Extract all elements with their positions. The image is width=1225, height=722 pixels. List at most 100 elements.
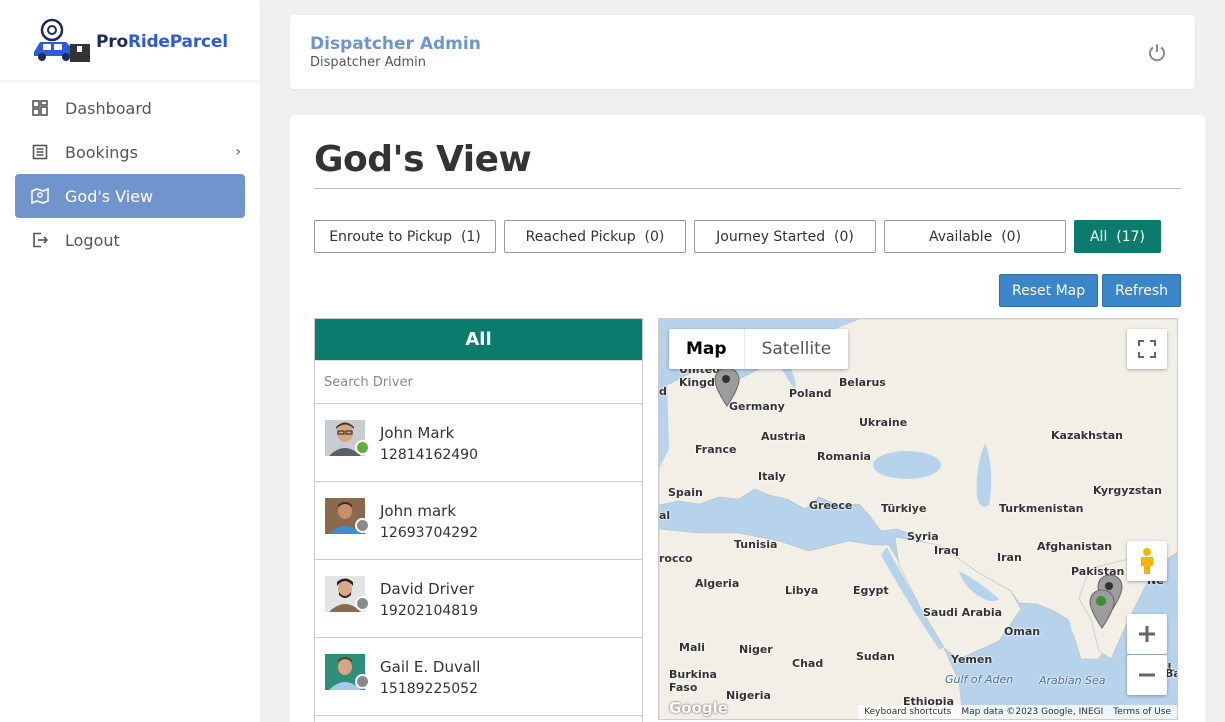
logo[interactable]: ProRideParcel	[0, 0, 260, 80]
title-divider	[314, 188, 1181, 189]
top-header: Dispatcher Admin Dispatcher Admin	[290, 15, 1195, 89]
street-view-button[interactable]	[1127, 541, 1167, 581]
map-label-mali: Mali	[679, 641, 705, 654]
plus-icon	[1139, 626, 1155, 642]
power-icon[interactable]	[1147, 43, 1167, 63]
list-item[interactable]: John mark 12693704292	[315, 482, 642, 560]
status-dot-offline	[355, 518, 370, 533]
refresh-button[interactable]: Refresh	[1102, 274, 1181, 307]
filter-label: Enroute to Pickup	[329, 228, 453, 245]
map-label-turkiye: Türkiye	[881, 502, 927, 515]
sidebar: ProRideParcel Dashboard Bookings › God's…	[0, 0, 260, 722]
fullscreen-button[interactable]	[1127, 329, 1167, 369]
chevron-right-icon: ›	[235, 144, 241, 160]
map-label-edge-d: d	[659, 385, 667, 398]
sidebar-item-label: Bookings	[65, 142, 138, 162]
sidebar-item-label: Dashboard	[65, 98, 152, 118]
map-type-satellite[interactable]: Satellite	[743, 329, 849, 369]
map-label-kazakhstan: Kazakhstan	[1051, 429, 1123, 442]
map-label-poland: Poland	[789, 387, 832, 400]
reset-map-button[interactable]: Reset Map	[999, 274, 1099, 307]
list-item[interactable]: John Mark 12814162490	[315, 404, 642, 482]
zoom-in-button[interactable]	[1127, 614, 1167, 654]
map-label-edge-g: al	[659, 509, 671, 522]
sidebar-item-label: God's View	[65, 186, 154, 206]
header-subtitle: Dispatcher Admin	[310, 55, 427, 70]
filter-enroute-to-pickup[interactable]: Enroute to Pickup (1)	[314, 220, 496, 253]
map-label-burkina-faso: Burkina Faso	[669, 668, 717, 694]
status-dot-online	[355, 440, 370, 455]
map-label-nigeria: Nigeria	[726, 689, 771, 702]
map-label-ukraine: Ukraine	[859, 416, 908, 429]
map-label-faso: Faso	[669, 681, 698, 694]
terms-of-use-link[interactable]: Terms of Use	[1113, 707, 1171, 717]
sidebar-item-bookings[interactable]: Bookings ›	[15, 130, 245, 174]
driver-name: John mark	[380, 502, 457, 520]
filter-label: Journey Started	[716, 228, 826, 245]
map-actions: Reset Map Refresh	[999, 274, 1181, 307]
map-type-map[interactable]: Map	[669, 329, 744, 369]
driver-name: Gail E. Duvall	[380, 658, 481, 676]
sidebar-item-dashboard[interactable]: Dashboard	[15, 86, 245, 130]
map-label-afghanistan: Afghanistan	[1037, 540, 1113, 553]
map-marker-grey[interactable]	[714, 367, 740, 411]
map-attribution: Keyboard shortcuts Map data ©2023 Google…	[858, 705, 1177, 719]
driver-phone: 19202104819	[380, 603, 478, 619]
map-label-egypt: Egypt	[853, 584, 889, 597]
brand-prefix: Pro	[96, 32, 128, 52]
filter-count: (1)	[460, 228, 481, 245]
status-dot-offline	[355, 596, 370, 611]
map-marker-green[interactable]	[1089, 589, 1115, 633]
map-label-arabian-sea: Arabian Sea	[1039, 674, 1106, 687]
page-title: God's View	[314, 139, 532, 180]
map-label-chad: Chad	[792, 657, 824, 670]
driver-name: David Driver	[380, 580, 475, 598]
map-label-niger: Niger	[739, 643, 773, 656]
list-item[interactable]: Gail E. Duvall 15189225052	[315, 638, 642, 716]
fullscreen-icon	[1138, 340, 1156, 358]
driver-name: John Mark	[380, 424, 455, 442]
status-filters: Enroute to Pickup (1) Reached Pickup (0)…	[314, 220, 1161, 253]
sidebar-item-label: Logout	[65, 230, 120, 250]
filter-label: Available	[928, 228, 993, 245]
sidebar-item-gods-view[interactable]: God's View	[15, 174, 245, 218]
map-label-kyrgyzstan: Kyrgyzstan	[1093, 484, 1162, 497]
filter-label: Reached Pickup	[525, 228, 636, 245]
search-driver-input[interactable]	[324, 374, 624, 390]
zoom-out-button[interactable]	[1127, 655, 1167, 695]
search-box	[315, 360, 642, 404]
map-label-tunisia: Tunisia	[734, 538, 778, 551]
dashboard-icon	[31, 99, 49, 117]
list-item[interactable]: David Driver 19202104819	[315, 560, 642, 638]
filter-all[interactable]: All (17)	[1074, 220, 1161, 253]
map-label-saudi-arabia: Saudi Arabia	[923, 606, 1003, 619]
map-label-spain: Spain	[668, 486, 703, 499]
map-label-morocco: rocco	[659, 552, 693, 565]
brand-suffix: RideParcel	[127, 32, 228, 52]
map-label-france: France	[695, 443, 737, 456]
map-label-yemen: Yemen	[951, 653, 993, 666]
map-type-control: Map Satellite	[669, 329, 849, 369]
map-label-syria: Syria	[907, 530, 939, 543]
filter-count: (0)	[1001, 228, 1022, 245]
map-label-belarus: Belarus	[839, 376, 886, 389]
map-label-sudan: Sudan	[856, 650, 895, 663]
filter-reached-pickup[interactable]: Reached Pickup (0)	[504, 220, 686, 253]
minus-icon	[1139, 673, 1155, 677]
map-label-iraq: Iraq	[934, 544, 959, 557]
filter-available[interactable]: Available (0)	[884, 220, 1066, 253]
filter-count: (0)	[834, 228, 854, 245]
sidebar-item-logout[interactable]: Logout	[15, 218, 245, 262]
map-label-greece: Greece	[809, 499, 853, 512]
map-view[interactable]: United Kingdom Belarus Germany Poland Ukr…	[658, 318, 1178, 720]
brand-name: ProRideParcel	[96, 32, 228, 52]
list-icon	[31, 143, 49, 161]
driver-phone: 12693704292	[380, 525, 478, 541]
map-label-algeria: Algeria	[695, 577, 740, 590]
driver-list-panel: All John Mark 12814162490 John mark 1269…	[314, 318, 643, 722]
map-label-burkina: Burkina	[669, 668, 717, 681]
keyboard-shortcuts-link[interactable]: Keyboard shortcuts	[864, 707, 951, 717]
filter-journey-started[interactable]: Journey Started (0)	[694, 220, 876, 253]
map-label-turkmenistan: Turkmenistan	[999, 502, 1084, 515]
map-label-austria: Austria	[761, 430, 806, 443]
